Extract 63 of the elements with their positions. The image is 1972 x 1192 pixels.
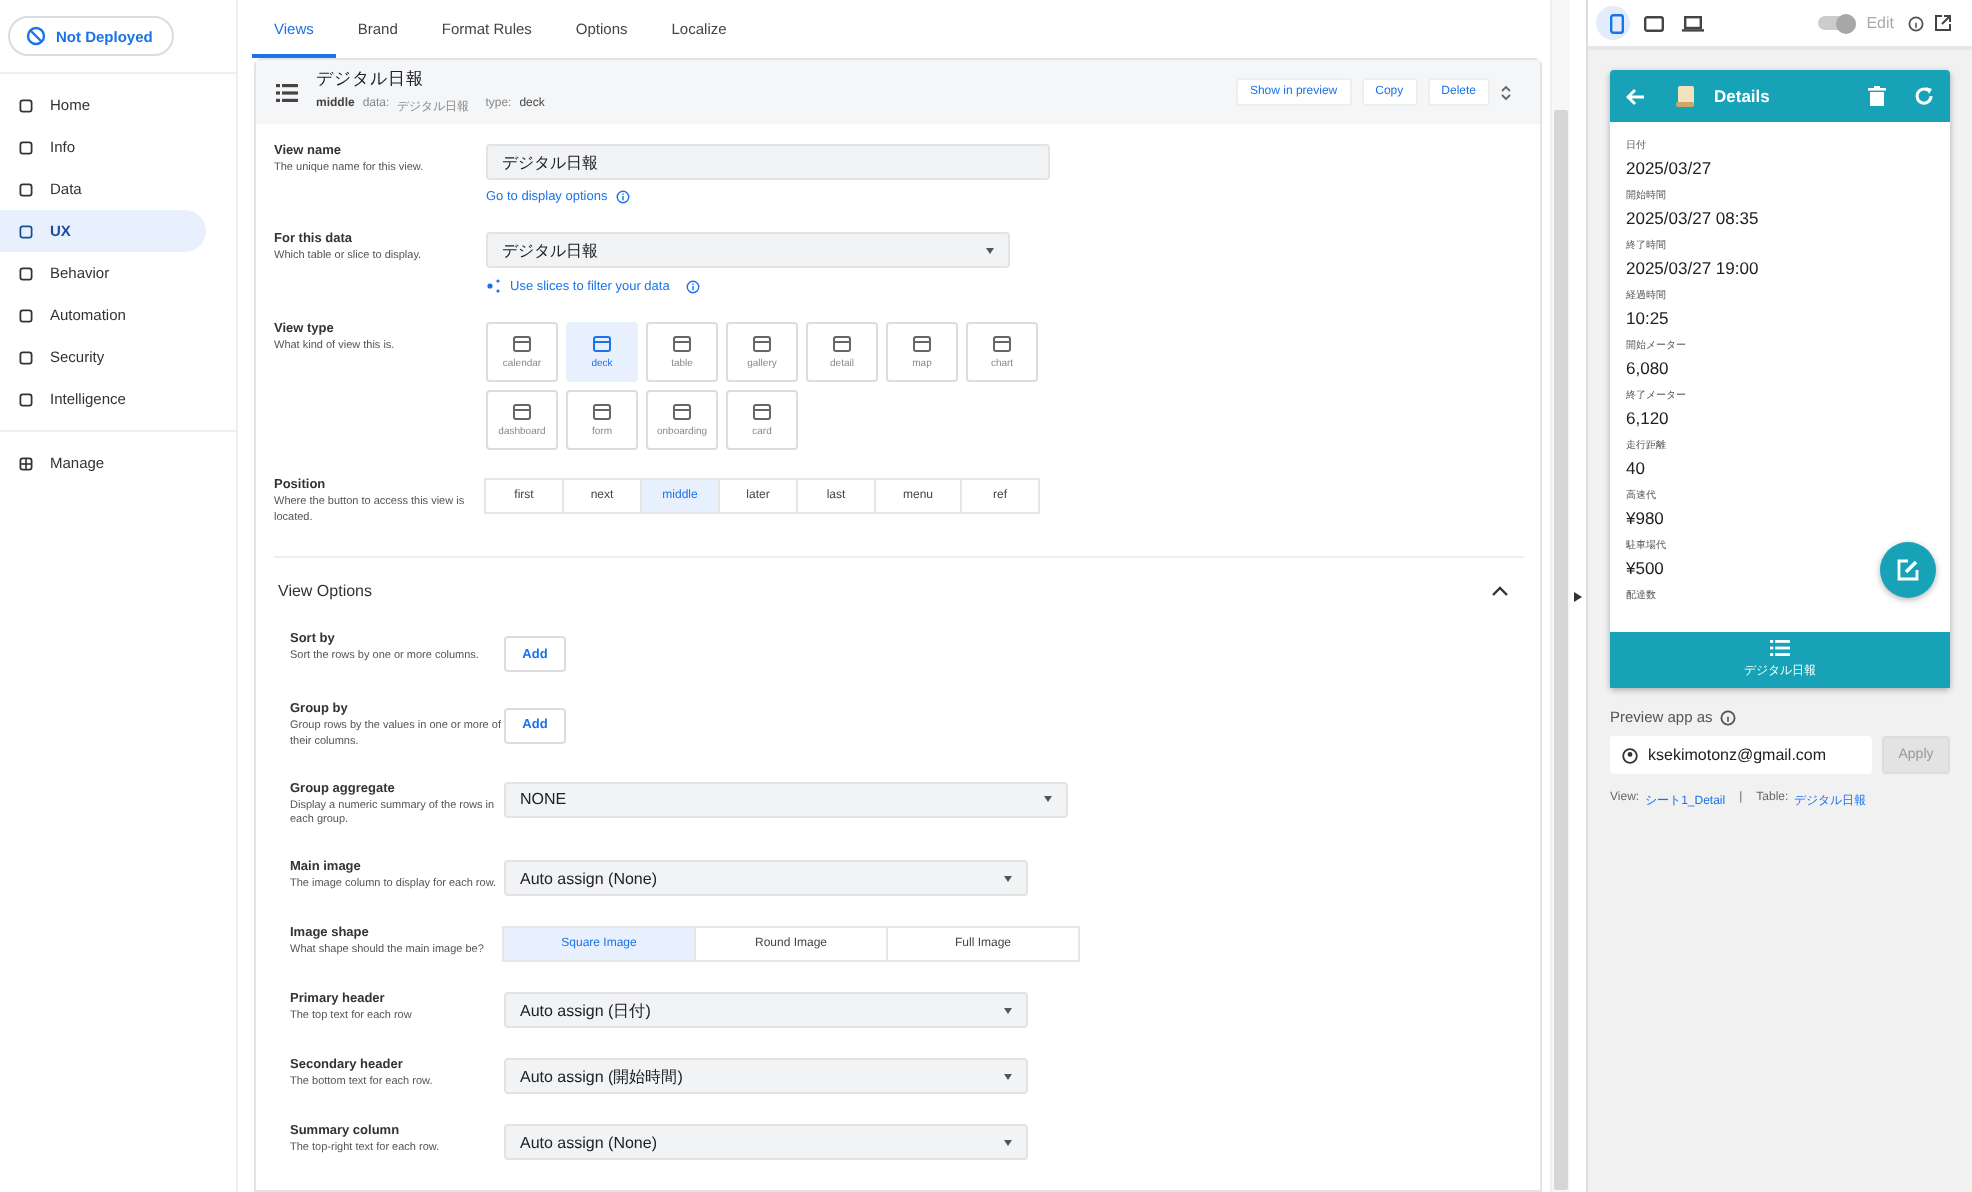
- phone-icon[interactable]: [1596, 6, 1630, 40]
- sparkle-icon: [486, 278, 502, 295]
- view-type-icon: [512, 334, 532, 355]
- select-field[interactable]: Auto assign (日付): [504, 992, 1028, 1028]
- view-type-icon: [752, 402, 772, 423]
- nav-icon: [18, 391, 34, 407]
- view-type-icon: [672, 402, 692, 423]
- nav-icon: [18, 97, 34, 113]
- account-icon: [1622, 747, 1638, 763]
- not-deployed-icon: [26, 26, 46, 46]
- detail-value: 6,080: [1626, 358, 1669, 378]
- reorder-icon[interactable]: [1500, 83, 1512, 102]
- nav-icon: [18, 139, 34, 155]
- view-name-field[interactable]: デジタル日報: [486, 144, 1050, 181]
- edit-fab[interactable]: [1880, 542, 1936, 598]
- view-type-icon: [832, 334, 852, 355]
- select-field[interactable]: Auto assign (None): [504, 1124, 1028, 1160]
- view-title: デジタル日報: [316, 68, 426, 93]
- detail-value: 10:25: [1626, 308, 1669, 328]
- detail-value: 6,120: [1626, 408, 1669, 428]
- info-icon: [1908, 15, 1924, 31]
- view-type-icon: [992, 334, 1012, 355]
- view-type-icon: [592, 334, 612, 355]
- open-external-icon[interactable]: [1934, 14, 1952, 32]
- nav-icon: [18, 307, 34, 323]
- edit-icon: [1896, 558, 1920, 582]
- detail-value: ¥500: [1626, 558, 1664, 578]
- nav-icon: [18, 181, 34, 197]
- info-icon: [1720, 709, 1737, 725]
- detail-value: ¥980: [1626, 508, 1664, 528]
- info-icon: [685, 279, 700, 294]
- grid-icon: [18, 455, 34, 471]
- list-icon[interactable]: [1770, 640, 1790, 656]
- view-type-icon: [912, 334, 932, 355]
- scrollbar-thumb[interactable]: [1554, 110, 1568, 1190]
- email-field[interactable]: ksekimotonz@gmail.com: [1610, 736, 1872, 774]
- nav-icon: [18, 265, 34, 281]
- trash-icon[interactable]: [1868, 86, 1886, 106]
- scroll-icon: [1674, 84, 1698, 108]
- collapse-icon[interactable]: [1492, 585, 1508, 596]
- data-select[interactable]: デジタル日報: [486, 232, 1010, 269]
- app-title: Details: [1714, 86, 1770, 106]
- detail-value: 2025/03/27 08:35: [1626, 208, 1759, 228]
- select-field[interactable]: NONE: [504, 781, 1068, 818]
- detail-value: 2025/03/27 19:00: [1626, 258, 1759, 278]
- select-field[interactable]: Auto assign (開始時間): [504, 1058, 1028, 1094]
- edit-label: Edit: [1866, 14, 1894, 32]
- select-field[interactable]: Auto assign (None): [504, 860, 1028, 896]
- view-type-icon: [512, 402, 532, 423]
- list-icon: [276, 83, 298, 102]
- refresh-icon[interactable]: [1914, 86, 1934, 106]
- detail-value: 40: [1626, 458, 1645, 478]
- detail-value: 2025/03/27: [1626, 158, 1712, 178]
- back-arrow-icon[interactable]: [1626, 87, 1646, 105]
- info-icon: [615, 190, 630, 205]
- section-title: View Options: [278, 581, 372, 600]
- edit-toggle[interactable]: [1818, 16, 1857, 30]
- nav-icon: [18, 223, 34, 239]
- view-type-icon: [592, 402, 612, 423]
- nav-icon: [18, 349, 34, 365]
- view-type-icon: [752, 334, 772, 355]
- view-type-icon: [672, 334, 692, 355]
- expand-arrow-icon[interactable]: [1574, 591, 1582, 601]
